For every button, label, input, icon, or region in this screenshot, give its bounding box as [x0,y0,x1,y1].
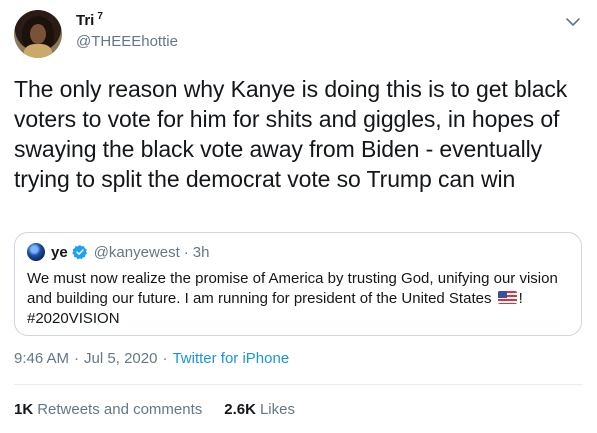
chevron-down-icon[interactable] [563,14,583,30]
likes-stat[interactable]: 2.6K Likes [224,401,295,418]
tweet-card: Tri 7 @THEEEhottie The only reason why K… [0,0,597,433]
quoted-author-handle: @kanyewest [93,243,180,261]
retweets-stat[interactable]: 1K Retweets and comments [14,401,202,418]
tweet-date[interactable]: Jul 5, 2020 [84,350,157,367]
divider [14,384,583,385]
meta-separator: · [74,350,80,367]
retweets-count: 1K [14,401,34,418]
quoted-text-main: We must now realize the promise of Ameri… [27,270,558,307]
tweet-text: The only reason why Kanye is doing this … [14,76,568,192]
tweet-source-link[interactable]: Twitter for iPhone [172,350,289,367]
quoted-timestamp: 3h [192,243,210,261]
quoted-author-name: ye [51,243,68,261]
quoted-author-avatar [27,243,45,261]
quoted-tweet[interactable]: ye @kanyewest · 3h We must now realize t… [14,232,582,336]
tweet-time[interactable]: 9:46 AM [14,350,69,367]
avatar-face [30,24,46,44]
author-handle[interactable]: @THEEEhottie [76,33,178,50]
tweet-stats: 1K Retweets and comments 2.6K Likes [14,401,317,418]
author-display-name[interactable]: Tri [76,12,94,29]
us-flag-emoji [497,291,517,304]
likes-label: Likes [259,401,295,418]
avatar-body [24,44,52,58]
verified-badge-icon [71,245,87,260]
author-name-superscript: 7 [97,11,103,22]
likes-count: 2.6K [224,401,256,418]
quoted-separator: · [183,243,189,261]
retweets-label: Retweets and comments [37,401,203,418]
meta-separator: · [162,350,168,367]
author-name-row[interactable]: Tri 7 [76,11,103,29]
tweet-meta: 9:46 AM · Jul 5, 2020 · Twitter for iPho… [14,350,289,367]
author-avatar[interactable] [14,10,62,58]
quoted-tweet-text: We must now realize the promise of Ameri… [27,269,572,329]
quoted-tweet-header: ye @kanyewest · 3h [27,243,209,261]
